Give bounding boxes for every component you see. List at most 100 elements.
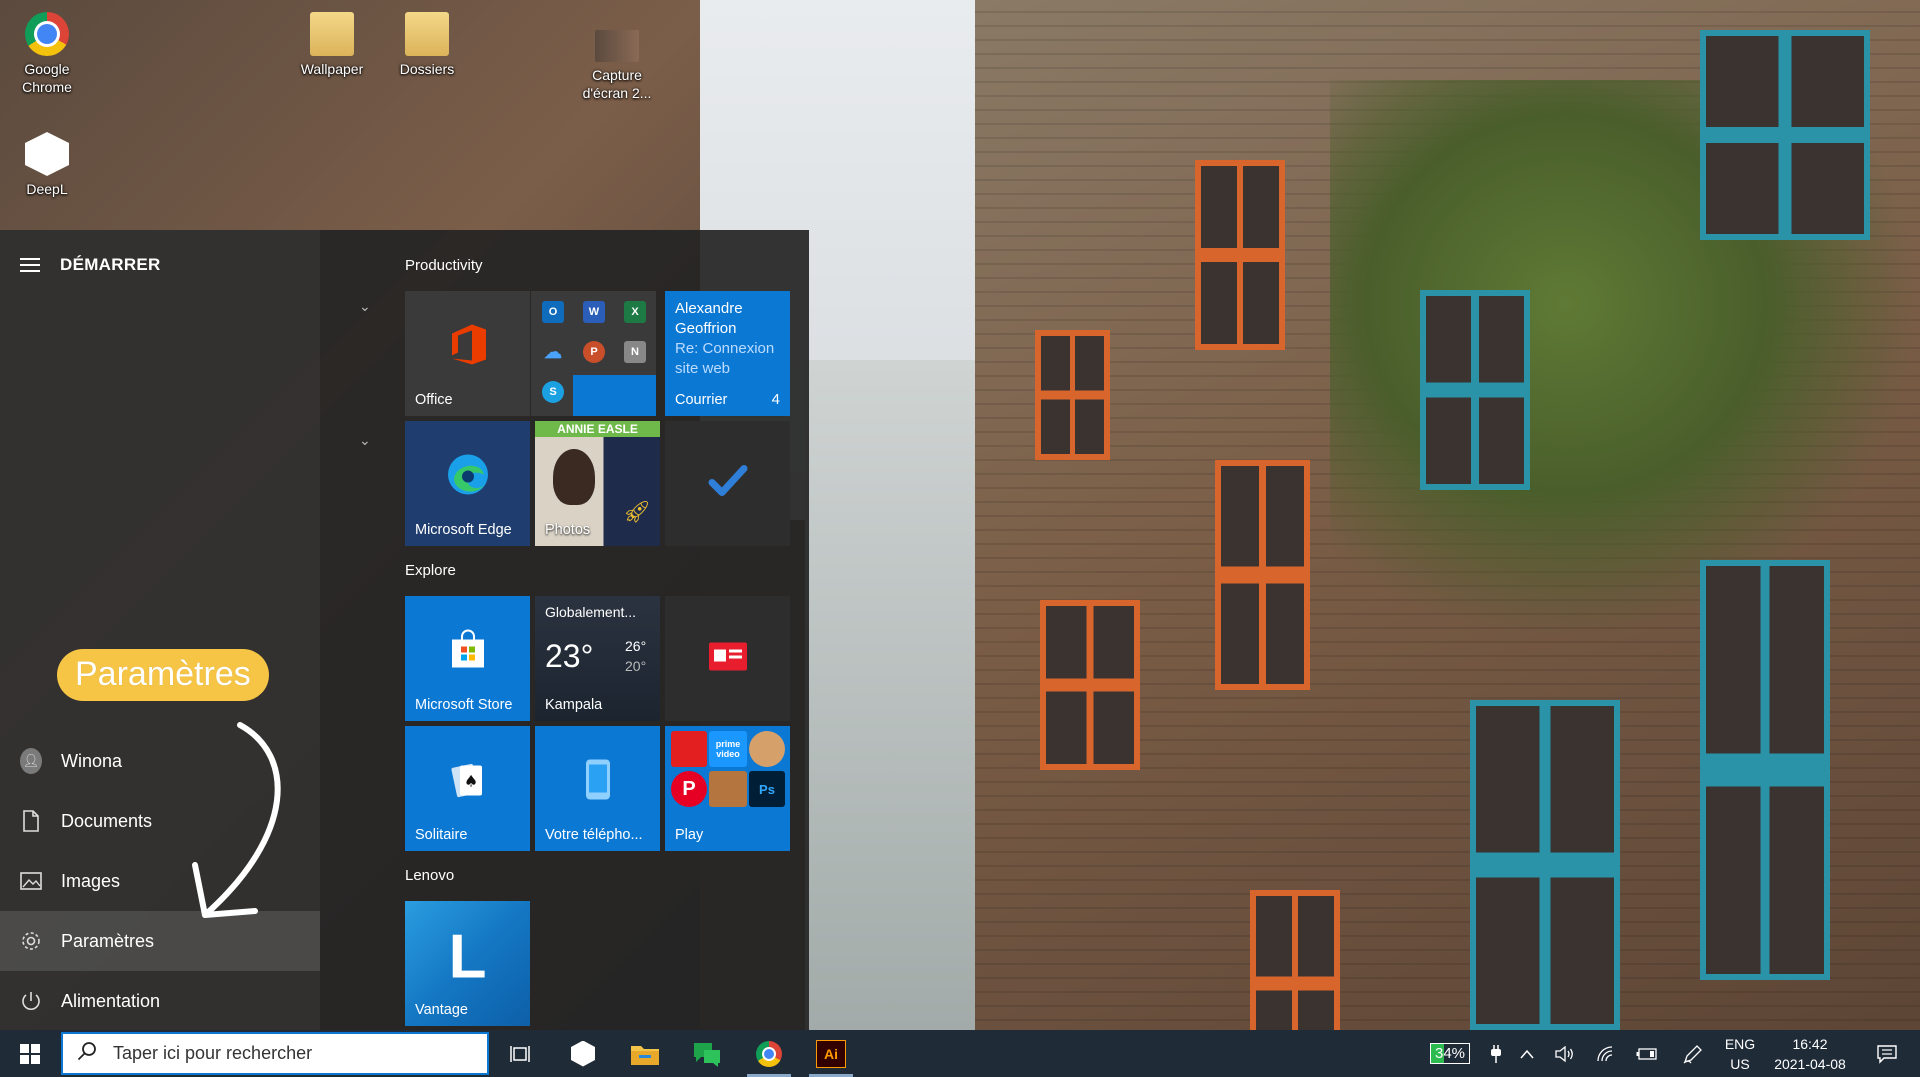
nav-item-power[interactable]: Alimentation	[0, 971, 320, 1031]
desktop-icon-label: Capture d'écran 2...	[582, 67, 652, 101]
tile-label: Microsoft Store	[415, 697, 513, 713]
battery-percentage: 34%	[1429, 1043, 1471, 1064]
taskbar-chat[interactable]	[677, 1030, 737, 1077]
office-icon	[448, 323, 488, 372]
weather-high: 26°	[625, 638, 647, 654]
tile-label: Play	[675, 827, 704, 843]
nav-item-label: Paramètres	[61, 930, 155, 951]
group-title-explore: Explore	[405, 562, 456, 579]
tile-label: Office	[415, 392, 453, 408]
tile-label: Kampala	[545, 697, 603, 713]
chevron-up-icon[interactable]	[1515, 1030, 1539, 1077]
battery-icon[interactable]	[1633, 1030, 1661, 1077]
tile-todo[interactable]	[665, 421, 790, 546]
nav-item-label: Images	[61, 870, 121, 891]
task-view-button[interactable]	[490, 1030, 550, 1077]
tile-vantage[interactable]: L Vantage	[405, 901, 530, 1026]
tile-label: Votre télépho...	[545, 827, 643, 843]
mail-sender: Alexandre	[675, 300, 743, 317]
rocket-icon: 🚀︎	[623, 499, 651, 524]
desktop-icon-wallpaper[interactable]: Wallpaper	[292, 12, 372, 78]
nav-item-user[interactable]: 👤︎ Winona	[0, 731, 320, 791]
volume-icon[interactable]	[1551, 1030, 1579, 1077]
tile-play-folder[interactable]: prime video P Ps Play	[665, 726, 790, 851]
nav-item-settings[interactable]: Paramètres	[0, 911, 320, 971]
avatar-icon: 👤︎	[20, 748, 42, 774]
tile-label: Solitaire	[415, 827, 468, 843]
photos-banner: ANNIE EASLE	[535, 421, 660, 437]
tile-microsoft-store[interactable]: Microsoft Store	[405, 596, 530, 721]
wifi-icon[interactable]	[1592, 1030, 1620, 1077]
tile-photos[interactable]: ANNIE EASLE 🚀︎ Photos	[535, 421, 660, 546]
taskbar-illustrator[interactable]: Ai	[801, 1030, 861, 1077]
task-view-icon	[510, 1045, 530, 1062]
taskbar-file-explorer[interactable]	[615, 1030, 675, 1077]
prime-video-label: prime	[715, 739, 741, 749]
deepl-icon	[571, 1040, 595, 1067]
nav-item-label: Alimentation	[61, 990, 161, 1011]
pinterest-icon: P	[671, 771, 707, 807]
hamburger-menu-icon[interactable]	[20, 258, 40, 272]
wallpaper-window	[1195, 160, 1285, 350]
action-center-button[interactable]	[1862, 1030, 1912, 1077]
vantage-logo-icon: L	[448, 922, 487, 992]
desktop-icon-dossiers[interactable]: Dossiers	[387, 12, 467, 78]
input-language-indicator[interactable]: ENG US	[1718, 1030, 1762, 1077]
tile-news[interactable]	[665, 596, 790, 721]
mail-unread-count: 4	[771, 391, 780, 408]
desktop-icon-deepl[interactable]: DeepL	[7, 132, 87, 198]
battery-indicator[interactable]: 34%	[1415, 1030, 1485, 1077]
wallpaper-window	[1700, 560, 1830, 980]
notification-icon	[1877, 1044, 1897, 1064]
keyboard-layout: US	[1730, 1055, 1750, 1072]
taskbar-chrome[interactable]	[739, 1030, 799, 1077]
nav-item-images[interactable]: Images	[0, 851, 320, 911]
taskbar-search-box[interactable]	[61, 1032, 489, 1075]
store-bag-icon	[448, 629, 488, 675]
nav-item-label: Documents	[61, 810, 153, 831]
nav-item-label: Winona	[61, 750, 123, 771]
search-icon	[77, 1041, 97, 1066]
desktop-icon-label: Google Chrome	[22, 61, 72, 95]
taskbar-clock[interactable]: 16:42 2021-04-08	[1768, 1030, 1852, 1077]
playing-cards-icon: ♠	[448, 760, 488, 805]
start-button[interactable]	[0, 1030, 60, 1077]
prime-video-label: video	[716, 749, 740, 759]
taskbar: Ai 34% ENG US 16:42 2021-04-08	[0, 1030, 1920, 1077]
powerpoint-icon: P	[583, 341, 605, 363]
tile-edge[interactable]: Microsoft Edge	[405, 421, 530, 546]
search-input[interactable]	[111, 1042, 445, 1065]
tile-weather[interactable]: Globalement... 23° 26° 20° Kampala	[535, 596, 660, 721]
nav-item-documents[interactable]: Documents	[0, 791, 320, 851]
outlook-icon: O	[542, 301, 564, 323]
svg-text:♠: ♠	[463, 772, 477, 791]
photoshop-icon: Ps	[749, 771, 785, 807]
wallpaper-window	[1035, 330, 1110, 460]
tile-office[interactable]: Office	[405, 291, 530, 416]
desktop-icon-chrome[interactable]: Google Chrome	[7, 12, 87, 96]
tile-your-phone[interactable]: Votre télépho...	[535, 726, 660, 851]
power-plug-icon[interactable]	[1485, 1030, 1507, 1077]
image-icon	[20, 872, 42, 890]
document-icon	[20, 810, 42, 832]
language-code: ENG	[1724, 1035, 1756, 1052]
tile-label: Photos	[545, 522, 591, 538]
wallpaper-window	[1470, 700, 1620, 1030]
photo-portrait	[553, 449, 595, 505]
chevron-down-icon[interactable]: ⌄	[359, 432, 371, 448]
desktop-icon-capture[interactable]: Capture d'écran 2...	[577, 30, 657, 102]
tile-office-apps-folder[interactable]: O W X ☁ P N S	[531, 291, 656, 416]
chevron-down-icon[interactable]: ⌄	[359, 298, 371, 314]
mail-subject: Re: Connexion	[675, 340, 775, 357]
desktop-icon-label: Dossiers	[399, 61, 455, 77]
power-icon	[20, 990, 42, 1012]
edge-icon	[446, 453, 490, 502]
pen-icon[interactable]	[1678, 1030, 1708, 1077]
tile-solitaire[interactable]: ♠ Solitaire	[405, 726, 530, 851]
file-explorer-icon	[631, 1045, 659, 1065]
taskbar-deepl[interactable]	[553, 1030, 613, 1077]
start-menu-header: DÉMARRER	[20, 255, 161, 275]
tile-mail[interactable]: Alexandre Geoffrion Re: Connexion site w…	[665, 291, 790, 416]
checkmark-icon	[708, 464, 748, 503]
mail-sender: Geoffrion	[675, 320, 737, 337]
